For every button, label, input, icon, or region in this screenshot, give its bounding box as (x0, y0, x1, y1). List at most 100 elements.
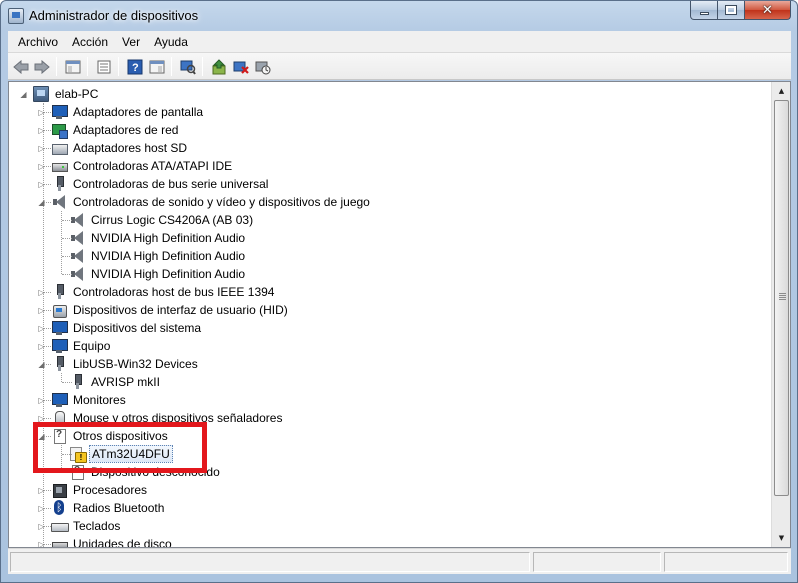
svg-text:?: ? (132, 62, 139, 74)
window-title: Administrador de dispositivos (29, 8, 199, 23)
forward-button[interactable] (32, 57, 52, 76)
menu-archivo[interactable]: Archivo (11, 31, 65, 52)
console-tree-icon (65, 60, 81, 73)
tree-item-label: Adaptadores host SD (73, 141, 188, 155)
tree-connector-line (62, 256, 72, 257)
tree-category-row[interactable]: ▷ Adaptadores de pantalla (37, 103, 205, 121)
back-button[interactable] (11, 57, 31, 76)
properties-button[interactable] (94, 57, 114, 76)
device-manager-app-icon[interactable] (8, 8, 24, 24)
tree-item-label: Equipo (73, 339, 111, 353)
device-tree[interactable]: ◢ elab-PC ▷ Adaptadores de pantalla ▷ Adaptad… (9, 82, 770, 547)
tree-connector-line (44, 202, 51, 203)
tree-root-elab-pc[interactable]: ◢ elab-PC (19, 85, 100, 103)
tree-category-row[interactable]: ▷ Adaptadores host SD (37, 139, 189, 157)
tree-category-row[interactable]: ▷ Dispositivos de interfaz de usuario (HI… (37, 301, 290, 319)
tree-category-row[interactable]: ▷ Controladoras ATA/ATAPI IDE (37, 157, 234, 175)
keyboard-icon (51, 518, 69, 534)
properties-icon (97, 60, 111, 73)
tree-item-label: Controladoras de sonido y vídeo y dispos… (73, 195, 370, 209)
tree-category-row[interactable]: ◢ Controladoras de sonido y vídeo y dispo… (37, 193, 372, 211)
tree-connector-line (62, 220, 72, 221)
network-adapter-icon (51, 122, 68, 139)
scroll-down-button[interactable]: ▼ (773, 529, 790, 546)
status-cell-2 (533, 552, 661, 572)
scroll-up-button[interactable]: ▲ (773, 82, 790, 99)
disable-icon (255, 61, 271, 74)
tree-category-row[interactable]: ▷ Dispositivos del sistema (37, 319, 203, 337)
tree-category-row[interactable]: ◢ LibUSB-Win32 Devices (37, 355, 200, 373)
bluetooth-icon (51, 500, 67, 516)
computer-icon (51, 338, 68, 354)
tree-item-label: Radios Bluetooth (73, 501, 165, 515)
console-tree-button[interactable] (63, 57, 83, 76)
tree-connector-line (44, 400, 51, 401)
tree-item-label: Controladoras host de bus IEEE 1394 (73, 285, 275, 299)
tree-category-row[interactable]: ▷Radios Bluetooth (37, 499, 166, 517)
disable-button[interactable] (253, 57, 273, 76)
maximize-button[interactable] (718, 1, 745, 20)
tree-item-label: Adaptadores de pantalla (73, 105, 204, 119)
ide-controller-icon (51, 158, 68, 174)
tree-category-row[interactable]: ▷ Controladoras host de bus IEEE 1394 (37, 283, 276, 301)
show-hide-icon (149, 60, 165, 73)
vertical-scrollbar[interactable]: ▲ ▼ (771, 82, 790, 547)
show-hide-button[interactable] (147, 57, 167, 76)
toolbar-separator (202, 57, 203, 76)
collapse-arrow-icon[interactable]: ◢ (19, 90, 28, 99)
tree-item-label: NVIDIA High Definition Audio (91, 231, 246, 245)
tree-connector-line (44, 364, 51, 365)
close-button[interactable]: ✕ (745, 1, 791, 20)
toolbar-separator (118, 57, 119, 76)
menu-ayuda[interactable]: Ayuda (147, 31, 195, 52)
minimize-button[interactable] (690, 1, 718, 20)
tree-category-row[interactable]: ▷ Unidades de disco (37, 535, 174, 547)
help-button[interactable]: ? (125, 57, 145, 76)
title-bar[interactable]: Administrador de dispositivos ✕ (1, 1, 797, 31)
tree-item-label: Controladoras de bus serie universal (73, 177, 269, 191)
tree-connector-line (44, 292, 51, 293)
tree-connector-line (44, 328, 51, 329)
tree-connector-line (62, 238, 72, 239)
ieee1394-icon (51, 284, 67, 300)
tree-connector-line (44, 112, 51, 113)
scroll-thumb[interactable] (774, 100, 789, 496)
status-cell-3 (664, 552, 788, 572)
tree-item-label: AVRISP mkII (91, 375, 160, 389)
maximize-icon (725, 5, 737, 15)
tree-item-label: Cirrus Logic CS4206A (AB 03) (91, 213, 254, 227)
tree-item-label: Adaptadores de red (73, 123, 179, 137)
tree-category-row[interactable]: ▷ Procesadores (37, 481, 149, 499)
toolbar: ? (8, 53, 791, 80)
window-controls: ✕ (690, 1, 791, 21)
tree-connector-line (61, 211, 62, 274)
tree-connector-line (44, 346, 51, 347)
tree-device-row[interactable]: NVIDIA High Definition Audio (55, 265, 247, 283)
tree-item-label: NVIDIA High Definition Audio (91, 267, 246, 281)
menu-accion[interactable]: Acción (65, 31, 115, 52)
update-driver-button[interactable] (209, 57, 229, 76)
scan-hardware-button[interactable] (178, 57, 198, 76)
uninstall-button[interactable] (231, 57, 251, 76)
computer-root-icon (33, 86, 49, 102)
tree-device-row[interactable]: NVIDIA High Definition Audio (55, 229, 247, 247)
scroll-grip-icon (779, 293, 786, 300)
update-driver-icon (212, 58, 226, 74)
tree-connector-line (44, 184, 51, 185)
tree-connector-line (44, 166, 51, 167)
toolbar-separator (171, 57, 172, 76)
tree-device-row[interactable]: NVIDIA High Definition Audio (55, 247, 247, 265)
tree-category-row[interactable]: ▷ Adaptadores de red (37, 121, 180, 139)
tree-device-row[interactable]: Cirrus Logic CS4206A (AB 03) (55, 211, 255, 229)
tree-connector-line (62, 274, 72, 275)
help-icon: ? (127, 59, 143, 74)
tree-connector-line (44, 418, 51, 419)
menu-ver[interactable]: Ver (115, 31, 147, 52)
tree-item-label: Dispositivos de interfaz de usuario (HID… (73, 303, 288, 317)
processor-icon (51, 482, 67, 498)
status-cell-main (10, 552, 530, 572)
tree-connector-line (62, 382, 72, 383)
monitor-icon (51, 392, 68, 408)
tree-connector-line (44, 544, 51, 545)
tree-category-row[interactable]: ▷ Controladoras de bus serie universal (37, 175, 270, 193)
